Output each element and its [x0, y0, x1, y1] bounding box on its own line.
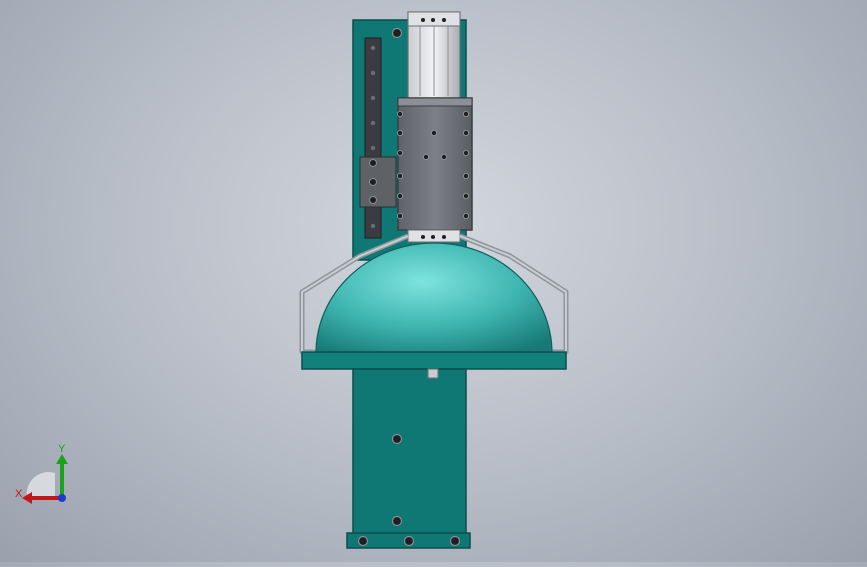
slot-rail[interactable] [364, 37, 382, 239]
slide-carriage[interactable] [397, 97, 473, 231]
center-pin[interactable] [427, 368, 439, 379]
z-axis-dot [58, 494, 66, 502]
y-axis-label: Y [58, 443, 66, 455]
base-flange[interactable] [301, 351, 567, 370]
orientation-triad[interactable]: Y X [10, 440, 80, 510]
clamp-bolts [369, 159, 377, 204]
side-clamp-block[interactable] [359, 156, 397, 208]
assembly-model[interactable] [0, 0, 867, 562]
lower-mounting-plate[interactable] [352, 368, 467, 540]
x-axis-label: X [15, 488, 23, 500]
cad-graphics-viewport[interactable]: Y X [0, 0, 867, 562]
